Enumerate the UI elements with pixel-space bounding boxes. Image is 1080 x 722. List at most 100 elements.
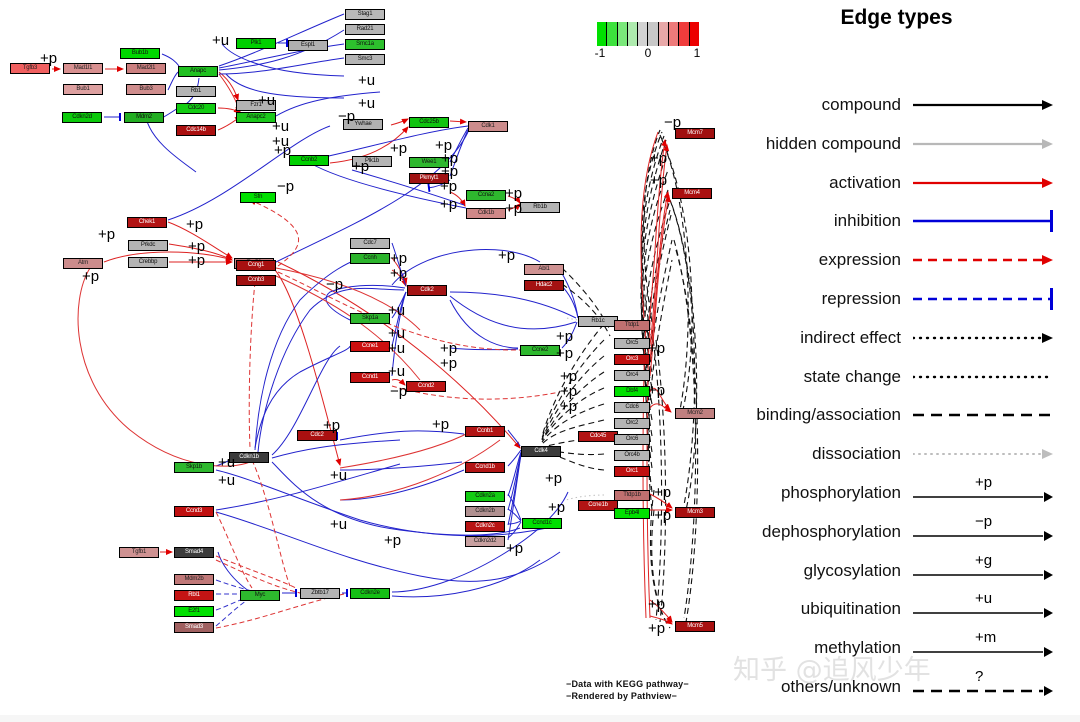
pathway-node[interactable]: Ccne1 <box>350 341 390 352</box>
color-scale-max-label: 1 <box>693 46 701 60</box>
pathway-node[interactable]: Ccnb2 <box>289 155 329 166</box>
pathway-node[interactable]: Rb1b <box>520 202 560 213</box>
pathway-node[interactable]: Smc1a <box>345 39 385 50</box>
edge-annotation: +p <box>650 150 668 167</box>
pathway-node[interactable]: Cdk1b <box>466 208 506 219</box>
pathway-node[interactable]: Ccnd2 <box>406 381 446 392</box>
pathway-node[interactable]: Cdc25b <box>409 117 449 128</box>
pathway-node[interactable]: Orc6 <box>614 434 650 445</box>
bottom-bar <box>0 715 1080 722</box>
pathway-node[interactable]: Cdkn2a <box>465 491 505 502</box>
pathway-node[interactable]: Cdc7 <box>350 238 390 249</box>
pathway-node[interactable]: Orc4 <box>614 370 650 381</box>
pathway-node[interactable]: Ccnd1 <box>350 372 390 383</box>
pathway-node[interactable]: Mad1l1 <box>63 63 103 74</box>
pathway-node[interactable]: Cdkn2d2 <box>465 536 505 547</box>
pathway-node[interactable]: Orc4b <box>614 450 650 461</box>
pathway-node[interactable]: Sfn <box>240 192 276 203</box>
pathway-node[interactable]: Smc3 <box>345 54 385 65</box>
pathway-node[interactable]: Tgfb1 <box>119 547 159 558</box>
pathway-node[interactable]: Bub1b <box>120 48 160 59</box>
pathway-node[interactable]: Ccnd1c <box>522 518 562 529</box>
pathway-node[interactable]: Mcm3 <box>675 507 715 518</box>
pathway-node[interactable]: Bub3 <box>126 84 166 95</box>
pathway-node[interactable]: Ccne1b <box>578 500 618 511</box>
pathway-node[interactable]: Rad21 <box>345 24 385 35</box>
pathway-node[interactable]: Ccnh <box>350 253 390 264</box>
pathway-node[interactable]: Mad2l1 <box>126 63 166 74</box>
edge-annotation: +p <box>545 470 563 487</box>
legend-row: dissociation <box>735 439 1080 469</box>
pathway-node[interactable]: Prkdc <box>128 240 168 251</box>
edge-annotation: +p <box>654 507 672 524</box>
pathway-node[interactable]: Anapc <box>178 66 218 77</box>
pathway-node[interactable]: Bub1 <box>63 84 103 95</box>
edge-annotation: +u <box>388 363 406 380</box>
pathway-node[interactable]: Epb4l <box>614 508 650 519</box>
legend-label: compound <box>821 95 901 114</box>
pathway-node[interactable]: Mdm2b <box>174 574 214 585</box>
pathway-node[interactable]: Cdc20 <box>176 103 216 114</box>
pathway-node[interactable]: Ccnb1 <box>465 426 505 437</box>
pathway-node[interactable]: Cdk1 <box>468 121 508 132</box>
pathway-node[interactable]: Mcm2 <box>675 408 715 419</box>
pathway-node[interactable]: Myc <box>240 590 280 601</box>
pathway-node[interactable]: Cdc6 <box>614 402 650 413</box>
pathway-node[interactable]: Chek1 <box>127 217 167 228</box>
pathway-node[interactable]: Espl1 <box>288 40 328 51</box>
pathway-node[interactable]: Ccnd3 <box>174 506 214 517</box>
pathway-node[interactable]: Hdac2 <box>524 280 564 291</box>
edge-annotation: +p <box>186 216 204 233</box>
legend-edge-sample <box>913 245 1068 275</box>
pathway-node[interactable]: Smad4 <box>174 547 214 558</box>
pathway-node[interactable]: Ccna2 <box>466 190 506 201</box>
pathway-node[interactable]: Stag1 <box>345 9 385 20</box>
pathway-node[interactable]: Cdkn2d <box>62 112 102 123</box>
pathway-node[interactable]: Zbtb17 <box>300 588 340 599</box>
edge-annotation: +p <box>188 252 206 269</box>
pathway-node[interactable]: Orc2 <box>614 418 650 429</box>
pathway-node[interactable]: Orc3 <box>614 354 650 365</box>
edge-annotation: +p <box>648 596 666 613</box>
pathway-node[interactable]: Ccne2 <box>520 345 560 356</box>
color-swatch-5 <box>648 22 659 46</box>
pathway-node[interactable]: Orc1 <box>614 466 650 477</box>
color-swatch-7 <box>669 22 680 46</box>
pathway-node[interactable]: Rbl1 <box>174 590 214 601</box>
pathway-node[interactable]: E2f1 <box>174 606 214 617</box>
pathway-node[interactable]: Cdk4 <box>521 446 561 457</box>
pathway-node[interactable]: Cdkn2b <box>465 506 505 517</box>
pathway-node[interactable]: Ccnd1b <box>465 462 505 473</box>
legend-edge-annotation: +u <box>975 590 993 608</box>
pathway-node[interactable]: Rb1 <box>176 86 216 97</box>
edge-types-legend: Edge types compound hidden compound activa… <box>735 0 1080 722</box>
pathway-node[interactable]: Skp1b <box>174 462 214 473</box>
pathway-node[interactable]: Cdc45 <box>578 431 618 442</box>
pathway-node[interactable]: Cdkn2e <box>350 588 390 599</box>
pathway-node[interactable]: Cdkn2c <box>465 521 505 532</box>
pathway-node[interactable]: Mcm4 <box>672 188 712 199</box>
pathway-node[interactable]: Plk1 <box>236 38 276 49</box>
pathway-node[interactable]: Mdm2 <box>124 112 164 123</box>
pathway-node[interactable]: Smad3 <box>174 622 214 633</box>
legend-edge-sample <box>913 206 1068 236</box>
pathway-node[interactable]: Crebbp <box>128 257 168 268</box>
edge-annotation: +p <box>390 140 408 157</box>
pathway-node[interactable]: Orc5 <box>614 338 650 349</box>
pathway-node[interactable]: Dbf4 <box>614 386 650 397</box>
pathway-node[interactable]: Ttdp1b <box>614 490 650 501</box>
pathway-node[interactable]: Skp1a <box>350 313 390 324</box>
pathway-node[interactable]: Anapc2 <box>236 112 276 123</box>
pathway-node[interactable]: Ccnb3 <box>236 275 276 286</box>
legend-edge-sample <box>913 323 1068 353</box>
pathway-node[interactable]: Ccng1 <box>236 260 276 271</box>
edge-annotation: +p <box>82 268 100 285</box>
pathway-node[interactable]: Cdc14b <box>176 125 216 136</box>
pathway-node[interactable]: Abl1 <box>524 264 564 275</box>
pathway-node[interactable]: Ttdp1 <box>614 320 650 331</box>
edge-annotation: +p <box>506 540 524 557</box>
pathway-node[interactable]: Cdk2 <box>407 285 447 296</box>
pathway-node[interactable]: Rb1c <box>578 316 618 327</box>
pathway-node[interactable]: Mcm5 <box>675 621 715 632</box>
legend-edge-sample <box>913 129 1068 159</box>
